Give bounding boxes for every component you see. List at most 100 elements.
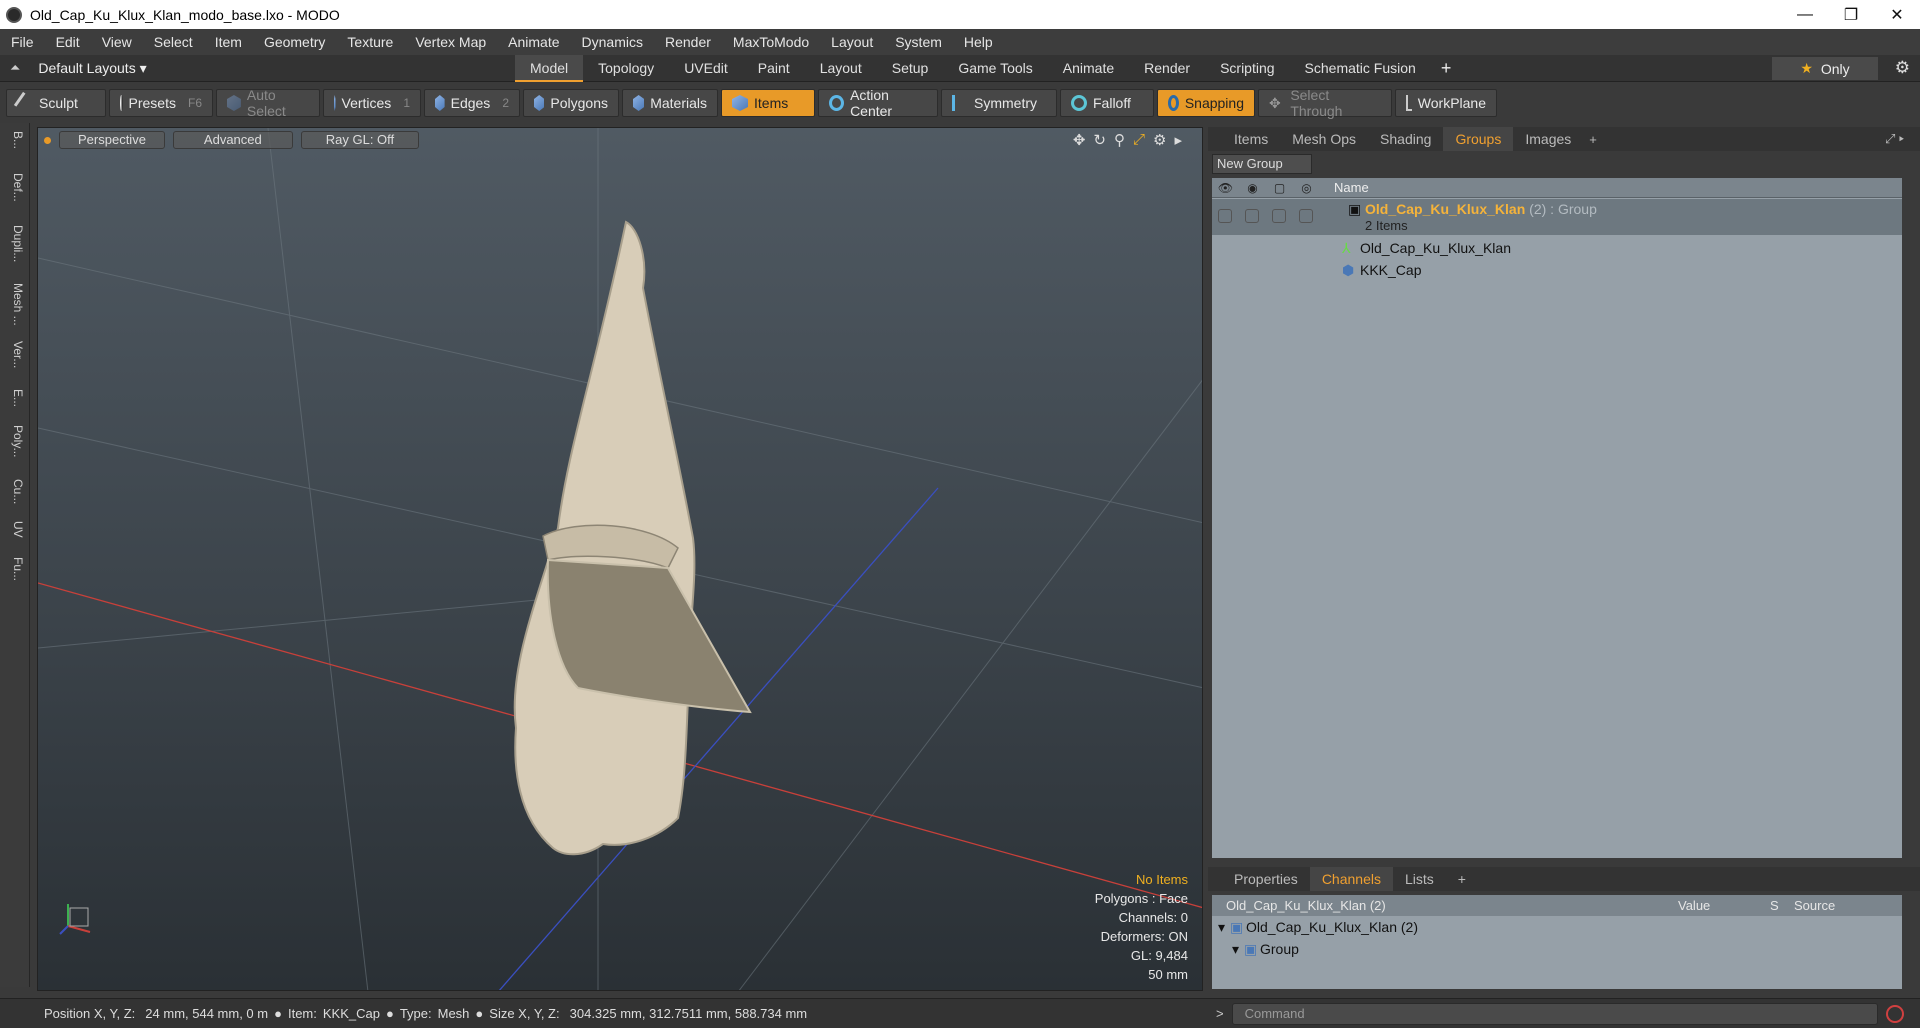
list-item[interactable]: ⅄ Old_Cap_Ku_Klux_Klan: [1212, 238, 1902, 260]
visibility-column-icon[interactable]: 👁: [1212, 181, 1239, 195]
expand-panel-icon[interactable]: ⤢ ▸: [1885, 131, 1904, 147]
expand-arrow-icon[interactable]: ▾: [1212, 919, 1230, 936]
raygl-button[interactable]: Ray GL: Off: [300, 131, 420, 149]
zoom-icon[interactable]: ⚲: [1114, 131, 1125, 149]
viewport-gear-icon[interactable]: ⚙: [1153, 131, 1166, 149]
tab-paint[interactable]: Paint: [743, 55, 805, 82]
viewport-menu-icon[interactable]: [44, 136, 51, 144]
left-tab-duplicate[interactable]: Dupli...: [5, 225, 25, 262]
layout-selector[interactable]: Default Layouts ▾: [38, 60, 146, 77]
restore-button[interactable]: ❐: [1828, 0, 1874, 29]
expand-arrow-icon[interactable]: ▾: [1212, 941, 1244, 958]
add-panel-tab-icon[interactable]: +: [1583, 132, 1603, 147]
tab-game-tools[interactable]: Game Tools: [943, 55, 1047, 82]
menu-render[interactable]: Render: [654, 34, 722, 50]
collapse-arrow-icon[interactable]: ⏶: [10, 60, 20, 76]
left-tab-deform[interactable]: Def...: [5, 173, 25, 202]
render-toggle-icon[interactable]: [1245, 209, 1259, 223]
auto-select-button[interactable]: Auto Select: [216, 87, 320, 119]
3d-viewport[interactable]: Perspective Advanced Ray GL: Off ✥ ↻ ⚲ ⤢…: [37, 127, 1203, 991]
workplane-button[interactable]: WorkPlane: [1395, 89, 1497, 117]
new-group-button[interactable]: New Group: [1212, 154, 1312, 174]
menu-layout[interactable]: Layout: [820, 34, 884, 50]
menu-maxtomodo[interactable]: MaxToModo: [722, 34, 820, 50]
tab-mesh-ops[interactable]: Mesh Ops: [1280, 127, 1368, 151]
tab-setup[interactable]: Setup: [877, 55, 944, 82]
list-item[interactable]: ⬢ KKK_Cap: [1212, 260, 1902, 282]
materials-button[interactable]: Materials: [622, 89, 718, 117]
edges-button[interactable]: Edges 2: [424, 89, 520, 117]
record-icon[interactable]: [1885, 1004, 1904, 1023]
menu-vertex-map[interactable]: Vertex Map: [404, 34, 497, 50]
table-row[interactable]: ▾ ▣ Old_Cap_Ku_Klux_Klan (2): [1212, 916, 1902, 938]
select-toggle-icon[interactable]: [1299, 209, 1313, 223]
add-bottom-tab-icon[interactable]: +: [1446, 867, 1478, 891]
view-mode-button[interactable]: Perspective: [59, 131, 165, 149]
menu-edit[interactable]: Edit: [45, 34, 91, 50]
left-tab-uv[interactable]: UV: [5, 521, 25, 538]
tab-properties[interactable]: Properties: [1222, 867, 1310, 891]
tab-scripting[interactable]: Scripting: [1205, 55, 1289, 82]
render-column-icon[interactable]: ◉: [1239, 181, 1266, 195]
left-tab-curve[interactable]: Cu...: [5, 479, 25, 504]
menu-help[interactable]: Help: [953, 34, 1004, 50]
tab-uvedit[interactable]: UVEdit: [669, 55, 743, 82]
menu-geometry[interactable]: Geometry: [253, 34, 336, 50]
menu-texture[interactable]: Texture: [336, 34, 404, 50]
select-through-button[interactable]: ✥ Select Through: [1258, 87, 1392, 119]
symmetry-button[interactable]: Symmetry: [941, 89, 1057, 117]
left-tab-mesh[interactable]: Mesh ...: [5, 283, 25, 326]
viewport-arrow-icon[interactable]: ▸: [1174, 131, 1182, 149]
tab-animate[interactable]: Animate: [1048, 55, 1129, 82]
left-tab-fusion[interactable]: Fu...: [5, 557, 25, 581]
left-tab-polygon[interactable]: Poly...: [5, 425, 25, 457]
group-items-count: 2 Items: [1365, 218, 1408, 233]
menu-dynamics[interactable]: Dynamics: [571, 34, 654, 50]
pan-icon[interactable]: ✥: [1073, 131, 1086, 149]
shading-mode-button[interactable]: Advanced: [172, 131, 293, 149]
tab-shading[interactable]: Shading: [1368, 127, 1443, 151]
menu-select[interactable]: Select: [143, 34, 204, 50]
menu-animate[interactable]: Animate: [497, 34, 570, 50]
select-column-icon[interactable]: ◎: [1293, 181, 1320, 195]
minimize-button[interactable]: —: [1782, 0, 1828, 29]
group-row[interactable]: ▣ Old_Cap_Ku_Klux_Klan (2) : Group 2 Ite…: [1212, 199, 1902, 235]
left-tab-basic[interactable]: B...: [5, 131, 25, 149]
items-button[interactable]: Items: [721, 89, 815, 117]
lock-column-icon[interactable]: ▢: [1266, 181, 1293, 195]
menu-item[interactable]: Item: [204, 34, 253, 50]
table-row[interactable]: ▾ ▣ Group: [1212, 938, 1902, 960]
add-tab-icon[interactable]: +: [1431, 58, 1462, 79]
tab-groups[interactable]: Groups: [1443, 127, 1514, 151]
visibility-toggle-icon[interactable]: [1218, 209, 1232, 223]
tab-lists[interactable]: Lists: [1393, 867, 1446, 891]
fit-icon[interactable]: ⤢: [1133, 131, 1145, 149]
lock-toggle-icon[interactable]: [1272, 209, 1286, 223]
rotate-icon[interactable]: ↻: [1093, 131, 1106, 149]
sculpt-button[interactable]: Sculpt: [6, 89, 106, 117]
left-tab-vertex[interactable]: Ver...: [5, 341, 25, 368]
tab-render[interactable]: Render: [1129, 55, 1205, 82]
vertices-button[interactable]: Vertices 1: [323, 89, 421, 117]
tab-topology[interactable]: Topology: [583, 55, 669, 82]
tab-channels[interactable]: Channels: [1309, 867, 1393, 891]
tab-items[interactable]: Items: [1222, 127, 1280, 151]
left-tab-edge[interactable]: E...: [5, 389, 25, 407]
action-center-button[interactable]: Action Center: [818, 87, 938, 119]
close-button[interactable]: ✕: [1874, 0, 1920, 29]
menu-view[interactable]: View: [91, 34, 143, 50]
presets-button[interactable]: Presets F6: [109, 89, 213, 117]
only-toggle[interactable]: ★ Only: [1772, 57, 1878, 80]
snapping-button[interactable]: Snapping: [1157, 89, 1255, 117]
menu-system[interactable]: System: [884, 34, 953, 50]
polygons-label: Polygons: [550, 95, 608, 111]
tab-schematic-fusion[interactable]: Schematic Fusion: [1290, 55, 1431, 82]
polygons-button[interactable]: Polygons: [523, 89, 619, 117]
gear-icon[interactable]: ⚙: [1895, 58, 1910, 78]
tab-images[interactable]: Images: [1513, 127, 1583, 151]
command-input[interactable]: Command: [1231, 1002, 1878, 1025]
menu-file[interactable]: File: [0, 34, 45, 50]
tab-model[interactable]: Model: [515, 54, 584, 82]
falloff-button[interactable]: Falloff: [1060, 89, 1154, 117]
tab-layout[interactable]: Layout: [805, 55, 877, 82]
